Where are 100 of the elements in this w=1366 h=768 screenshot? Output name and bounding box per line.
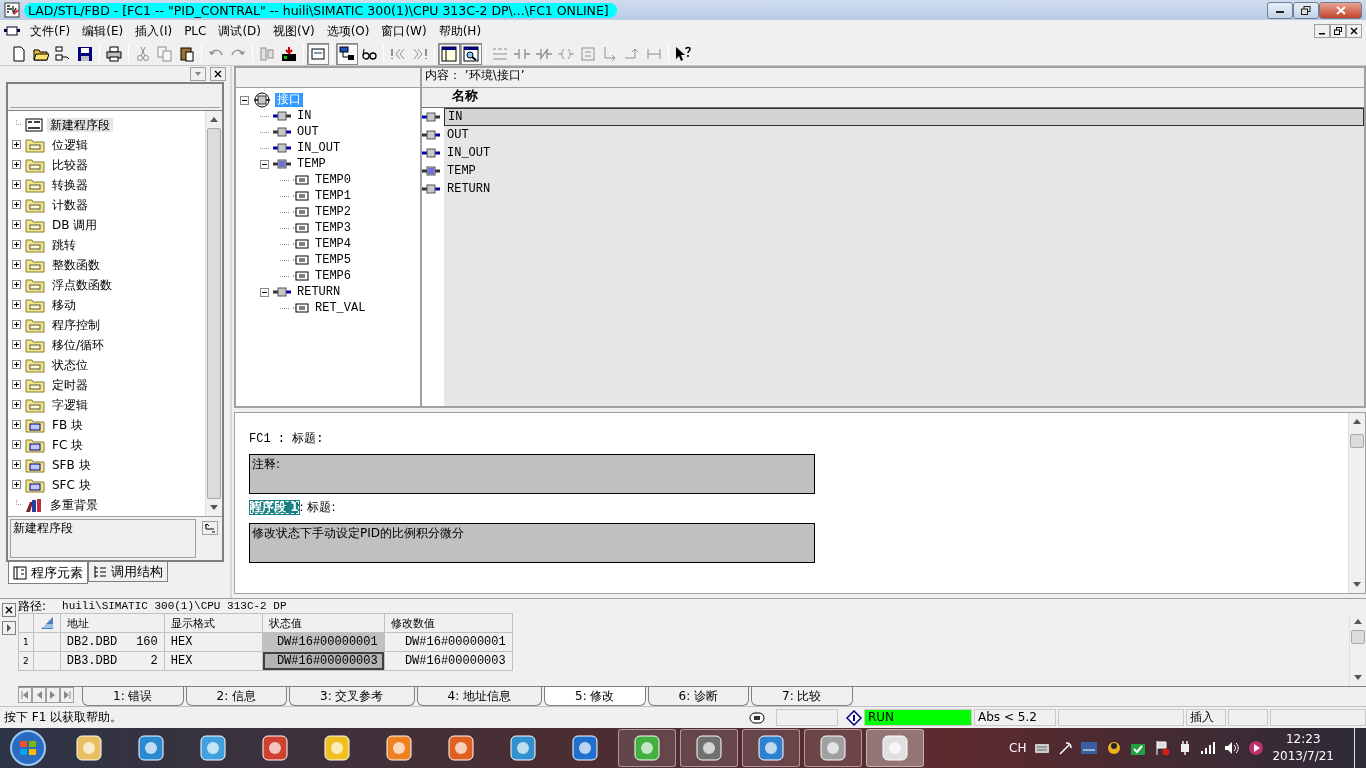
tree-item[interactable]: IN_OUT: [295, 140, 343, 156]
menu-item[interactable]: 帮助(H): [432, 23, 488, 39]
tab-scroll-button[interactable]: [18, 687, 32, 703]
tree-item[interactable]: 位逻辑: [49, 137, 91, 153]
magnifier-button[interactable]: [460, 42, 482, 65]
language-indicator[interactable]: CH: [1009, 740, 1027, 756]
expand-icon[interactable]: [12, 400, 21, 410]
comment-field[interactable]: 注释:: [249, 454, 815, 495]
panel-tab[interactable]: 4: 地址信息: [416, 687, 542, 706]
list-item[interactable]: RETURN: [444, 180, 1364, 198]
tree-item[interactable]: 整数函数: [49, 257, 103, 273]
expand-icon[interactable]: [12, 320, 21, 330]
expand-icon[interactable]: [12, 180, 21, 190]
tab-scroll-button[interactable]: [46, 687, 60, 703]
minimize-button[interactable]: [1267, 1, 1293, 19]
menu-item[interactable]: 编辑(E): [76, 23, 130, 39]
column-header[interactable]: 地址: [60, 613, 165, 633]
menu-item[interactable]: 插入(I): [129, 23, 179, 39]
scroll-down-icon[interactable]: [1354, 675, 1362, 680]
column-header[interactable]: 修改数值: [384, 613, 513, 633]
tree-item[interactable]: 跳转: [49, 237, 79, 253]
flag-icon[interactable]: [1154, 740, 1171, 756]
tree-item[interactable]: 浮点数函数: [49, 277, 115, 293]
expand-icon[interactable]: [12, 340, 21, 350]
menu-item[interactable]: PLC: [178, 23, 213, 39]
tree-item[interactable]: 转换器: [49, 177, 91, 193]
taskbar-button[interactable]: [804, 729, 862, 767]
close-button[interactable]: [2, 603, 16, 617]
expand-icon[interactable]: [12, 300, 21, 310]
network-label[interactable]: 程序段 1: [249, 500, 300, 515]
table-cell[interactable]: DW#16#00000001: [384, 632, 513, 652]
media-player-icon[interactable]: [1248, 740, 1265, 756]
expand-icon[interactable]: [12, 480, 21, 490]
back-button[interactable]: [202, 521, 218, 536]
tree-item[interactable]: 字逻辑: [49, 397, 91, 413]
window-button[interactable]: [307, 42, 329, 65]
scroll-down-icon[interactable]: [210, 505, 218, 511]
tree-item[interactable]: TEMP: [295, 156, 328, 172]
expand-icon[interactable]: [12, 140, 21, 150]
scrollbar-thumb[interactable]: [207, 127, 221, 500]
tree-item[interactable]: DB 调用: [49, 217, 101, 233]
expand-icon[interactable]: [12, 440, 21, 450]
tree-item[interactable]: 多重背景: [47, 497, 101, 513]
taskbar-button[interactable]: [680, 729, 738, 767]
tree-item[interactable]: SFC 块: [49, 477, 94, 493]
tree-item[interactable]: 移位/循环: [49, 337, 108, 353]
collapse-icon[interactable]: [260, 287, 269, 297]
menu-item[interactable]: 窗口(W): [375, 23, 433, 39]
panel-tab[interactable]: 1: 错误: [82, 687, 184, 706]
clock-time[interactable]: 12:23: [1272, 731, 1334, 748]
panel-tab[interactable]: 6: 诊断: [647, 687, 749, 706]
list-item[interactable]: TEMP: [444, 162, 1364, 180]
expand-icon[interactable]: [12, 260, 21, 270]
tree-item[interactable]: 计数器: [49, 197, 91, 213]
expand-button[interactable]: [2, 621, 16, 635]
clock-date[interactable]: 2013/7/21: [1272, 748, 1334, 765]
tree-item[interactable]: TEMP1: [313, 188, 353, 204]
start-button-icon[interactable]: [8, 728, 48, 768]
tree-item[interactable]: 移动: [49, 297, 79, 313]
keyboard-icon[interactable]: [1034, 742, 1051, 754]
minimize-button[interactable]: [1314, 24, 1330, 38]
expand-icon[interactable]: [12, 240, 21, 250]
tree-item[interactable]: TEMP4: [313, 236, 353, 252]
volume-icon[interactable]: [1224, 741, 1241, 755]
panel-tab[interactable]: 程序元素: [8, 562, 88, 584]
scroll-down-icon[interactable]: [1353, 582, 1361, 587]
expand-icon[interactable]: [12, 420, 21, 430]
tree-item[interactable]: OUT: [295, 124, 321, 140]
tree-item[interactable]: SFB 块: [49, 457, 94, 473]
tab-scroll-button[interactable]: [32, 687, 46, 703]
tree-item[interactable]: 定时器: [49, 377, 91, 393]
collapse-icon[interactable]: [260, 159, 269, 169]
expand-icon[interactable]: [12, 160, 21, 170]
comment-field[interactable]: 修改状态下手动设定PID的比例积分微分: [249, 522, 815, 563]
tree-item[interactable]: RET_VAL: [313, 300, 368, 316]
tree-item[interactable]: FB 块: [49, 417, 86, 433]
tree-item[interactable]: TEMP6: [313, 268, 353, 284]
tree-item[interactable]: 新建程序段: [47, 117, 113, 133]
expand-icon[interactable]: [12, 280, 21, 290]
tree-item[interactable]: 程序控制: [49, 317, 103, 333]
list-item[interactable]: IN: [444, 108, 1364, 126]
signal-icon[interactable]: [1200, 741, 1217, 755]
close-button[interactable]: [210, 67, 226, 81]
pickaxe-icon[interactable]: [1058, 741, 1073, 755]
tree-item[interactable]: 比较器: [49, 157, 91, 173]
close-button[interactable]: [1346, 24, 1362, 38]
scroll-up-icon[interactable]: [1354, 619, 1362, 625]
restore-button[interactable]: [1330, 24, 1346, 38]
menu-item[interactable]: 视图(V): [267, 23, 321, 39]
menu-item[interactable]: 文件(F): [24, 23, 77, 39]
panel-tab[interactable]: 5: 修改: [544, 687, 646, 706]
tree-item[interactable]: RETURN: [295, 284, 343, 300]
panel-tab[interactable]: 7: 比较: [751, 687, 853, 706]
table-cell[interactable]: DW#16#00000003: [384, 651, 513, 671]
expand-icon[interactable]: [12, 360, 21, 370]
maximize-button[interactable]: [1293, 1, 1319, 19]
expand-icon[interactable]: [12, 220, 21, 230]
station-button[interactable]: [336, 42, 358, 65]
expand-icon[interactable]: [12, 380, 21, 390]
tree-item[interactable]: 状态位: [49, 357, 91, 373]
